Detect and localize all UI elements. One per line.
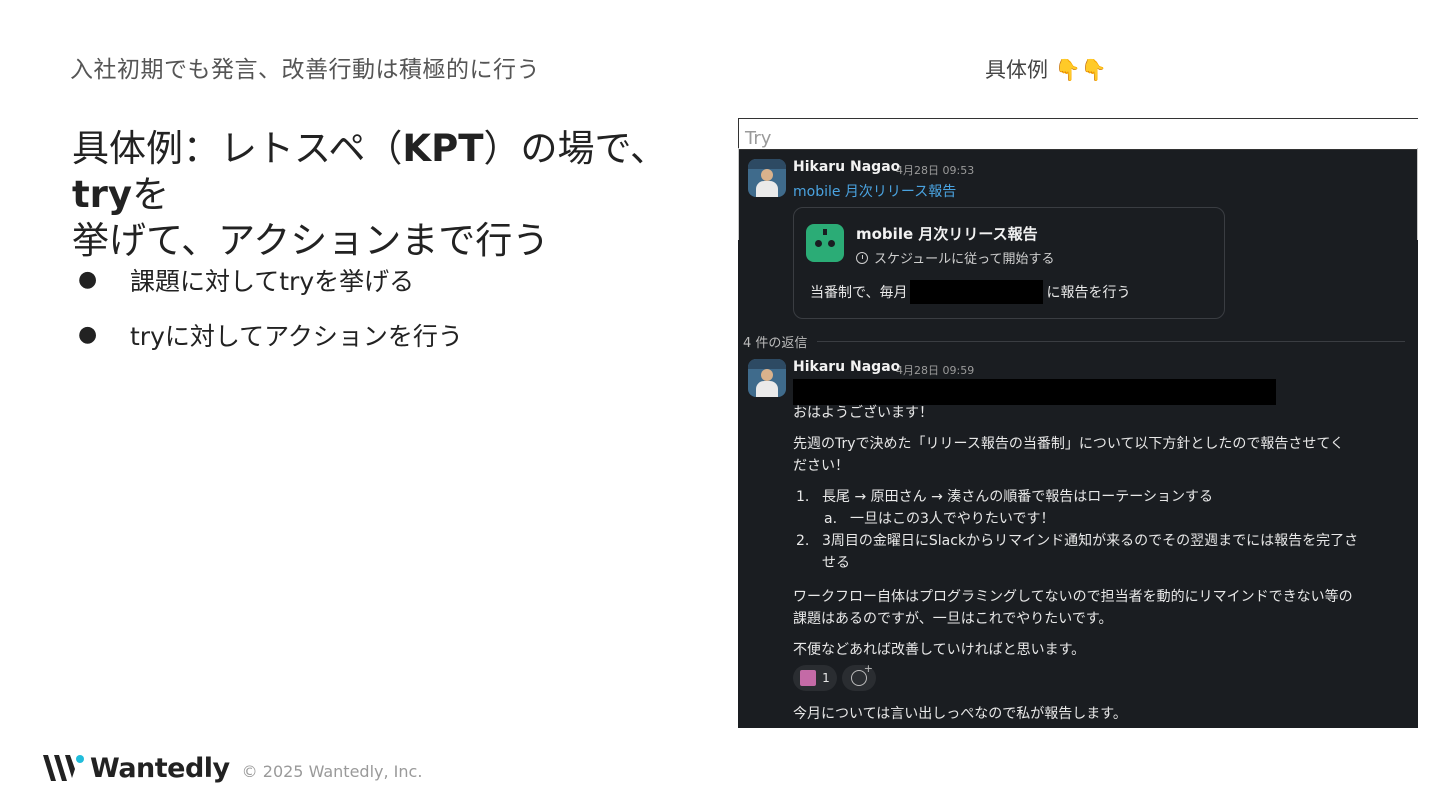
example-label-text: 具体例 [985,58,1048,82]
thread-replies-divider[interactable]: 4 件の返信 [743,332,1405,351]
screenshot-edge [1417,148,1418,240]
robot-eye [815,240,822,247]
list-text: 3周目の金曜日にSlackからリマインド通知が来るのでその翌週までには報告を完了… [822,533,1359,549]
add-emoji-icon [851,662,873,686]
bullet-list: ● 課題に対してtryを挙げる ● tryに対してアクションを行う [78,252,463,362]
bullet-item: ● tryに対してアクションを行う [78,307,463,362]
reaction-pill[interactable]: 1 [793,665,837,691]
list-number: 2. [796,533,810,549]
logo-text: Wantedly [90,752,230,784]
footer: Wantedly © 2025 Wantedly, Inc. [42,752,422,784]
message-paragraph: 不便などあれば改善していければと思います。 [793,642,1086,658]
list-text: 一旦はこの3人でやりたいです！ [850,511,1055,527]
ordered-list: 1. 長尾 → 原田さん → 湊さんの順番で報告はローテーションする a. 一旦… [796,486,1358,574]
screenshot-edge [738,148,739,240]
paragraph-line: 課題はあるのですが、一旦はこれでやりたいです。 [793,611,1113,627]
reply-count[interactable]: 4 件の返信 [743,332,807,351]
message-paragraph: 今月については言い出しっぺなので私が報告します。 [793,706,1127,722]
paragraph-line: ださい！ [793,458,849,474]
message-paragraph: 先週のTryで決めた「リリース報告の当番制」について以下方針としたので報告させて… [793,433,1344,477]
list-item: 1. 長尾 → 原田さん → 湊さんの順番で報告はローテーションする [796,486,1358,508]
list-text: 長尾 → 原田さん → 湊さんの順番で報告はローテーションする [822,489,1213,505]
robot-icon [806,224,844,262]
slack-top-tab-label: Try [745,128,772,149]
title-part-3: を [132,173,170,216]
workflow-link[interactable]: mobile 月次リリース報告 [793,181,956,201]
avatar[interactable] [748,359,786,397]
avatar-banner [748,359,786,369]
workflow-card-body: 当番制で、毎月 に報告を行う [810,280,1130,304]
card-body-prefix: 当番制で、毎月 [810,285,908,301]
bullet-item: ● 課題に対してtryを挙げる [78,252,463,307]
divider-line [817,341,1405,342]
avatar-body [756,181,778,197]
workflow-card-subtitle: スケジュールに従って開始する [856,248,1054,267]
workflow-card-subtitle-text: スケジュールに従って開始する [874,252,1055,267]
bullet-dot: ● [78,267,98,292]
message-paragraph: ワークフロー自体はプログラミングしてないので担当者を動的にリマインドできない等の… [793,586,1353,630]
message-timestamp[interactable]: 4月28日 09:59 [896,362,974,378]
list-number: a. [824,511,838,527]
custom-emoji-icon [800,670,817,686]
robot-eye [828,240,835,247]
message-author[interactable]: Hikaru Nagao [793,359,900,375]
list-item: a. 一旦はこの3人でやりたいです！ [796,508,1358,530]
bullet-dot: ● [78,322,98,347]
list-number: 1. [796,489,810,505]
avatar-banner [748,159,786,169]
pointing-down-icon: 👇👇 [1054,58,1107,82]
add-reaction-button[interactable] [842,662,876,691]
reaction-count: 1 [822,671,830,685]
workflow-card-title: mobile 月次リリース報告 [856,225,1038,243]
slide-title: 具体例：レトスペ（KPT）の場で、tryを 挙げて、アクションまで行う [72,126,712,264]
list-item: せる [796,552,1358,574]
wantedly-logo-icon [43,755,84,781]
avatar[interactable] [748,159,786,197]
workflow-card[interactable]: mobile 月次リリース報告 スケジュールに従って開始する 当番制で、毎月 に… [793,207,1225,319]
message-author[interactable]: Hikaru Nagao [793,159,900,175]
message-timestamp[interactable]: 4月28日 09:53 [896,162,974,178]
redacted-block [910,280,1044,304]
avatar-head [761,369,773,381]
avatar-body [756,381,778,397]
title-part-1: 具体例：レトスペ（ [72,127,403,170]
title-part-kpt: KPT [402,127,484,170]
bullet-text: tryに対してアクションを行う [130,321,463,351]
list-text: せる [822,555,850,571]
example-label: 具体例 👇👇 [985,54,1107,84]
paragraph-line: ワークフロー自体はプログラミングしてないので担当者を動的にリマインドできない等の [793,589,1353,605]
title-part-try: try [72,173,133,216]
bullet-text: 課題に対してtryを挙げる [130,266,415,296]
slide-subtitle: 入社初期でも発言、改善行動は積極的に行う [70,57,540,83]
list-item: 2. 3周目の金曜日にSlackからリマインド通知が来るのでその翌週までには報告… [796,530,1358,552]
list-number [796,552,822,574]
robot-antenna [823,229,827,235]
card-body-suffix: に報告を行う [1046,285,1131,301]
clock-icon [856,251,868,264]
paragraph-line: 先週のTryで決めた「リリース報告の当番制」について以下方針としたので報告させて… [793,436,1344,452]
message-greeting: おはようございます！ [793,405,933,421]
copyright: © 2025 Wantedly, Inc. [241,761,423,781]
title-part-2: ）の場で、 [483,127,667,170]
slack-screenshot: Try Hikaru Nagao 4月28日 09:53 mobile 月次リリ… [738,118,1418,728]
avatar-head [761,169,773,181]
slack-top-tab: Try [738,118,1418,150]
